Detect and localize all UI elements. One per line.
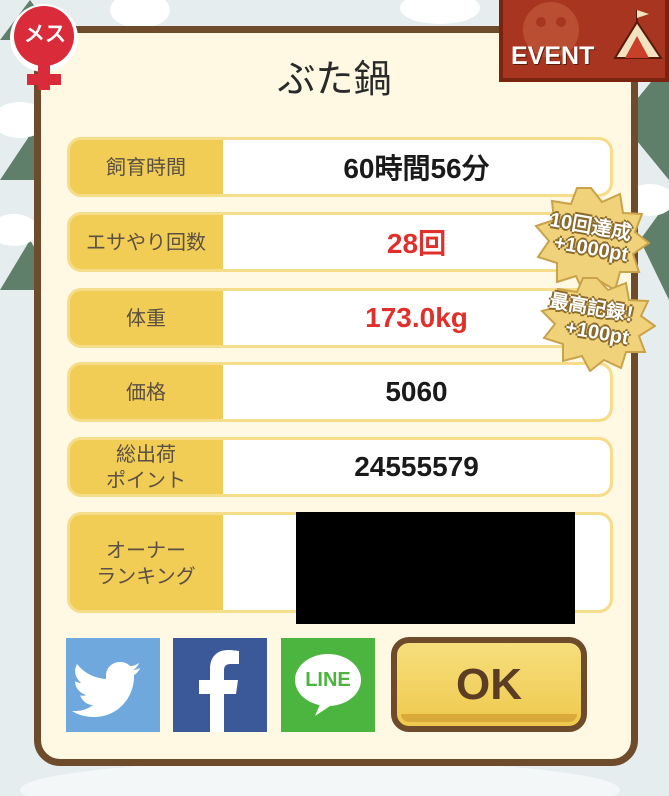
gender-label: メス: [24, 22, 66, 46]
stat-row-price: 価格 5060: [67, 362, 613, 422]
stat-label: 総出荷 ポイント: [106, 442, 186, 492]
stat-label: 価格: [126, 380, 166, 404]
ok-label: OK: [456, 659, 522, 709]
line-label: LINE: [305, 669, 351, 691]
ok-button[interactable]: OK: [391, 637, 587, 732]
redacted-block: [296, 512, 575, 624]
stat-row-weight: 体重 173.0kg: [67, 288, 613, 348]
facebook-f-icon: [199, 650, 239, 732]
event-label: EVENT: [511, 42, 595, 70]
stat-label: エサやり回数: [86, 230, 206, 254]
line-share-button[interactable]: LINE: [281, 638, 375, 732]
stat-label: オーナー ランキング: [96, 537, 196, 588]
female-badge: [10, 4, 78, 90]
stat-value: 5060: [223, 365, 610, 419]
twitter-share-button[interactable]: [66, 638, 160, 732]
stat-label: 飼育時間: [106, 155, 186, 179]
facebook-share-button[interactable]: [173, 638, 267, 732]
event-badge[interactable]: EVENT: [499, 0, 669, 82]
achievement-badge-record: 最高記録！ +100pt: [538, 276, 657, 373]
stat-label: 体重: [126, 306, 166, 330]
stat-value: 24555579: [223, 440, 610, 494]
twitter-bird-icon: [72, 662, 140, 717]
stat-row-total-points: 総出荷 ポイント 24555579: [67, 437, 613, 497]
